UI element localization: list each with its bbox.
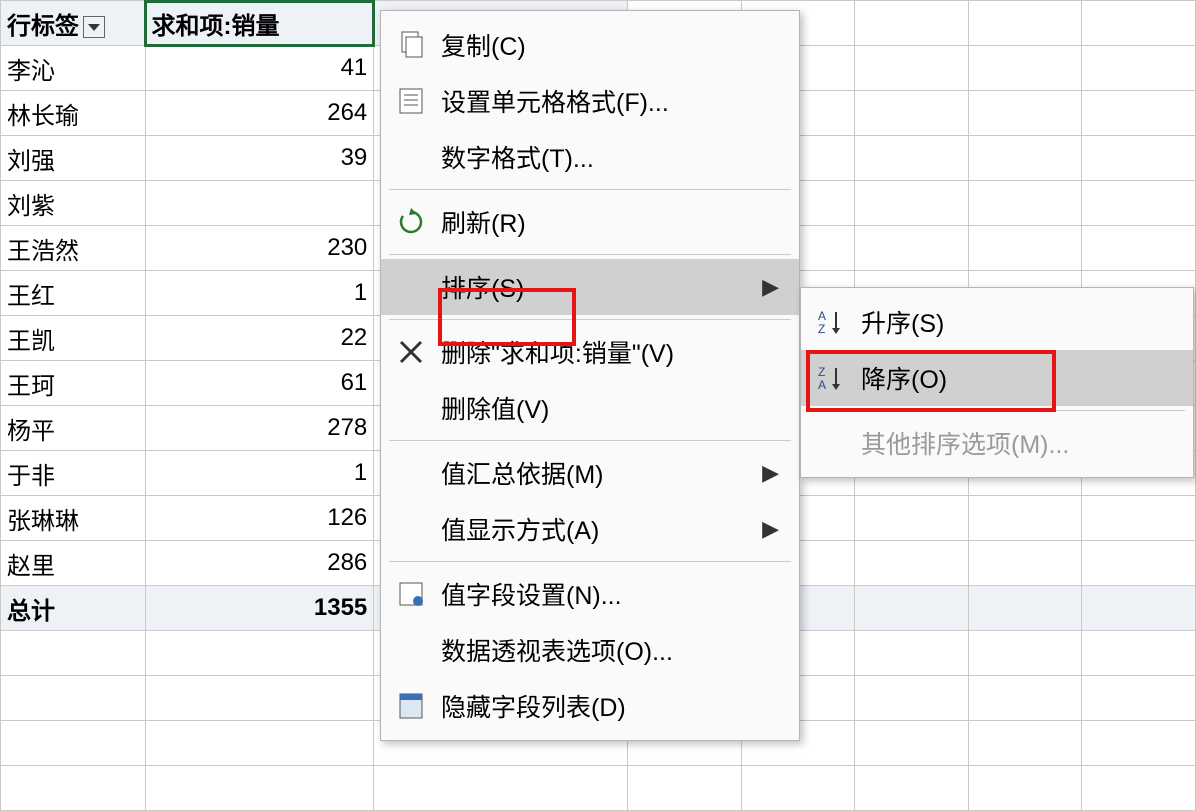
sort-asc-icon: AZ bbox=[801, 308, 861, 336]
submenu-sort-desc[interactable]: ZA 降序(O) bbox=[801, 350, 1193, 406]
menu-refresh[interactable]: 刷新(R) bbox=[381, 194, 799, 250]
menu-hide-field-list[interactable]: 隐藏字段列表(D) bbox=[381, 678, 799, 734]
field-list-icon bbox=[381, 692, 441, 720]
menu-pivot-options[interactable]: 数据透视表选项(O)... bbox=[381, 622, 799, 678]
menu-sort[interactable]: 排序(S) ▶ bbox=[381, 259, 799, 315]
delete-icon bbox=[381, 339, 441, 365]
submenu-sort-asc[interactable]: AZ 升序(S) bbox=[801, 294, 1193, 350]
menu-value-field-settings[interactable]: 值字段设置(N)... bbox=[381, 566, 799, 622]
format-cells-icon bbox=[381, 87, 441, 115]
menu-number-format[interactable]: 数字格式(T)... bbox=[381, 129, 799, 185]
sort-desc-icon: ZA bbox=[801, 364, 861, 392]
context-menu: 复制(C) 设置单元格格式(F)... 数字格式(T)... 刷新(R) 排序(… bbox=[380, 10, 800, 741]
refresh-icon bbox=[381, 208, 441, 236]
menu-show-as[interactable]: 值显示方式(A) ▶ bbox=[381, 501, 799, 557]
svg-text:A: A bbox=[818, 378, 826, 392]
header-sales-qty[interactable]: 求和项:销量 bbox=[145, 1, 374, 46]
filter-dropdown-icon[interactable] bbox=[83, 16, 105, 38]
field-settings-icon bbox=[381, 581, 441, 607]
submenu-arrow-icon: ▶ bbox=[762, 460, 779, 486]
submenu-sort-more[interactable]: 其他排序选项(M)... bbox=[801, 415, 1193, 471]
svg-text:Z: Z bbox=[818, 365, 825, 379]
svg-text:Z: Z bbox=[818, 322, 825, 336]
header-row-label[interactable]: 行标签 bbox=[1, 1, 146, 46]
menu-copy[interactable]: 复制(C) bbox=[381, 17, 799, 73]
sort-submenu: AZ 升序(S) ZA 降序(O) 其他排序选项(M)... bbox=[800, 287, 1194, 478]
menu-remove-values[interactable]: 删除值(V) bbox=[381, 380, 799, 436]
menu-summarize-by[interactable]: 值汇总依据(M) ▶ bbox=[381, 445, 799, 501]
copy-icon bbox=[381, 31, 441, 59]
submenu-arrow-icon: ▶ bbox=[762, 274, 779, 300]
submenu-arrow-icon: ▶ bbox=[762, 516, 779, 542]
menu-remove-field[interactable]: 删除"求和项:销量"(V) bbox=[381, 324, 799, 380]
svg-text:A: A bbox=[818, 309, 826, 323]
menu-format-cells[interactable]: 设置单元格格式(F)... bbox=[381, 73, 799, 129]
